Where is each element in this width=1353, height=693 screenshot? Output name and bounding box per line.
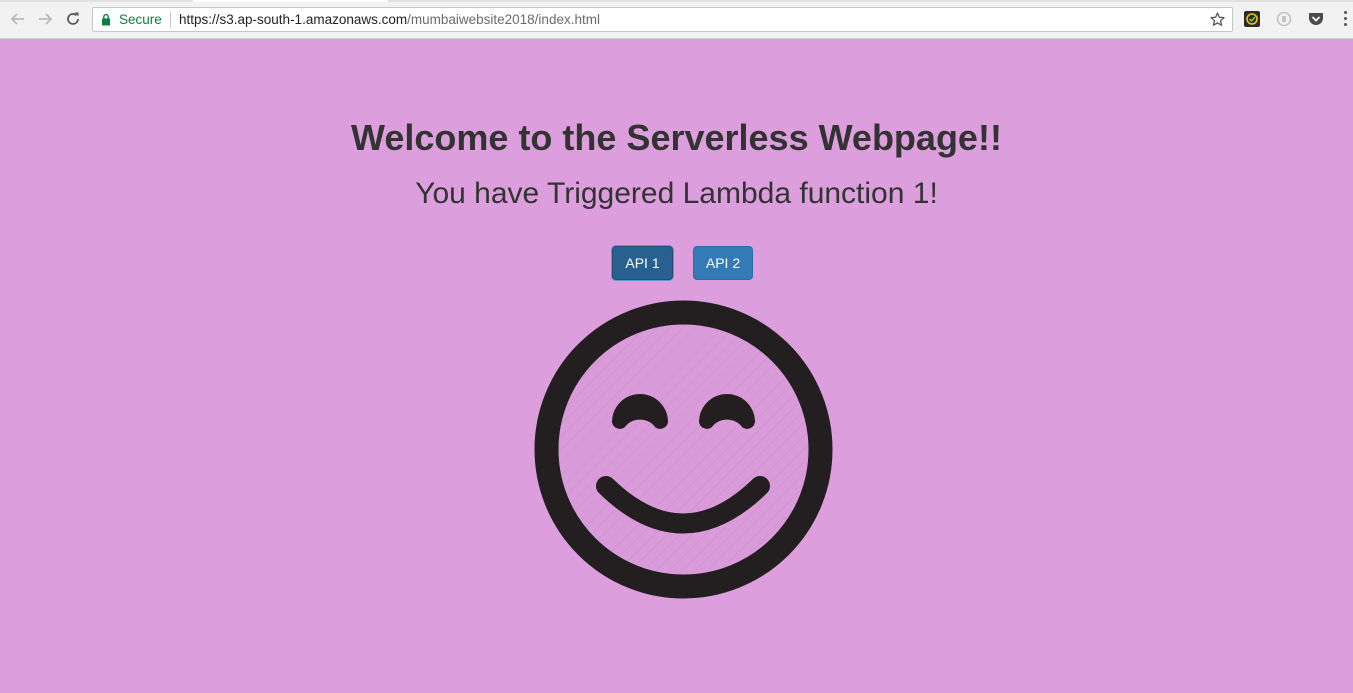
omnibox-separator [170, 12, 171, 28]
reload-icon[interactable] [62, 8, 84, 30]
address-bar[interactable]: Secure https://s3.ap-south-1.amazonaws.c… [92, 7, 1233, 32]
url-text[interactable]: https://s3.ap-south-1.amazonaws.com/mumb… [179, 12, 600, 27]
lock-icon [102, 13, 110, 26]
url-host: https://s3.ap-south-1.amazonaws.com [179, 12, 408, 27]
page-subtitle: You have Triggered Lambda function 1! [415, 177, 938, 210]
star-icon[interactable] [1209, 11, 1226, 28]
secure-label: Secure [119, 12, 162, 27]
page-title: Welcome to the Serverless Webpage!! [351, 117, 1002, 158]
menu-icon[interactable] [1343, 11, 1349, 27]
active-tab-edge[interactable] [193, 0, 388, 2]
forward-arrow-icon[interactable] [34, 8, 56, 30]
tab-strip-edge [0, 0, 1353, 2]
extension-icon-1[interactable] [1243, 10, 1261, 28]
back-arrow-icon[interactable] [7, 8, 29, 30]
smiley-face-icon [534, 300, 833, 599]
browser-toolbar: Secure https://s3.ap-south-1.amazonaws.c… [0, 0, 1353, 39]
url-path: /mumbaiwebsite2018/index.html [407, 12, 600, 27]
api-2-button[interactable]: API 2 [693, 246, 753, 280]
extension-icon-2[interactable] [1275, 10, 1293, 28]
pocket-icon[interactable] [1307, 10, 1325, 28]
api-1-button[interactable]: API 1 [612, 246, 673, 280]
